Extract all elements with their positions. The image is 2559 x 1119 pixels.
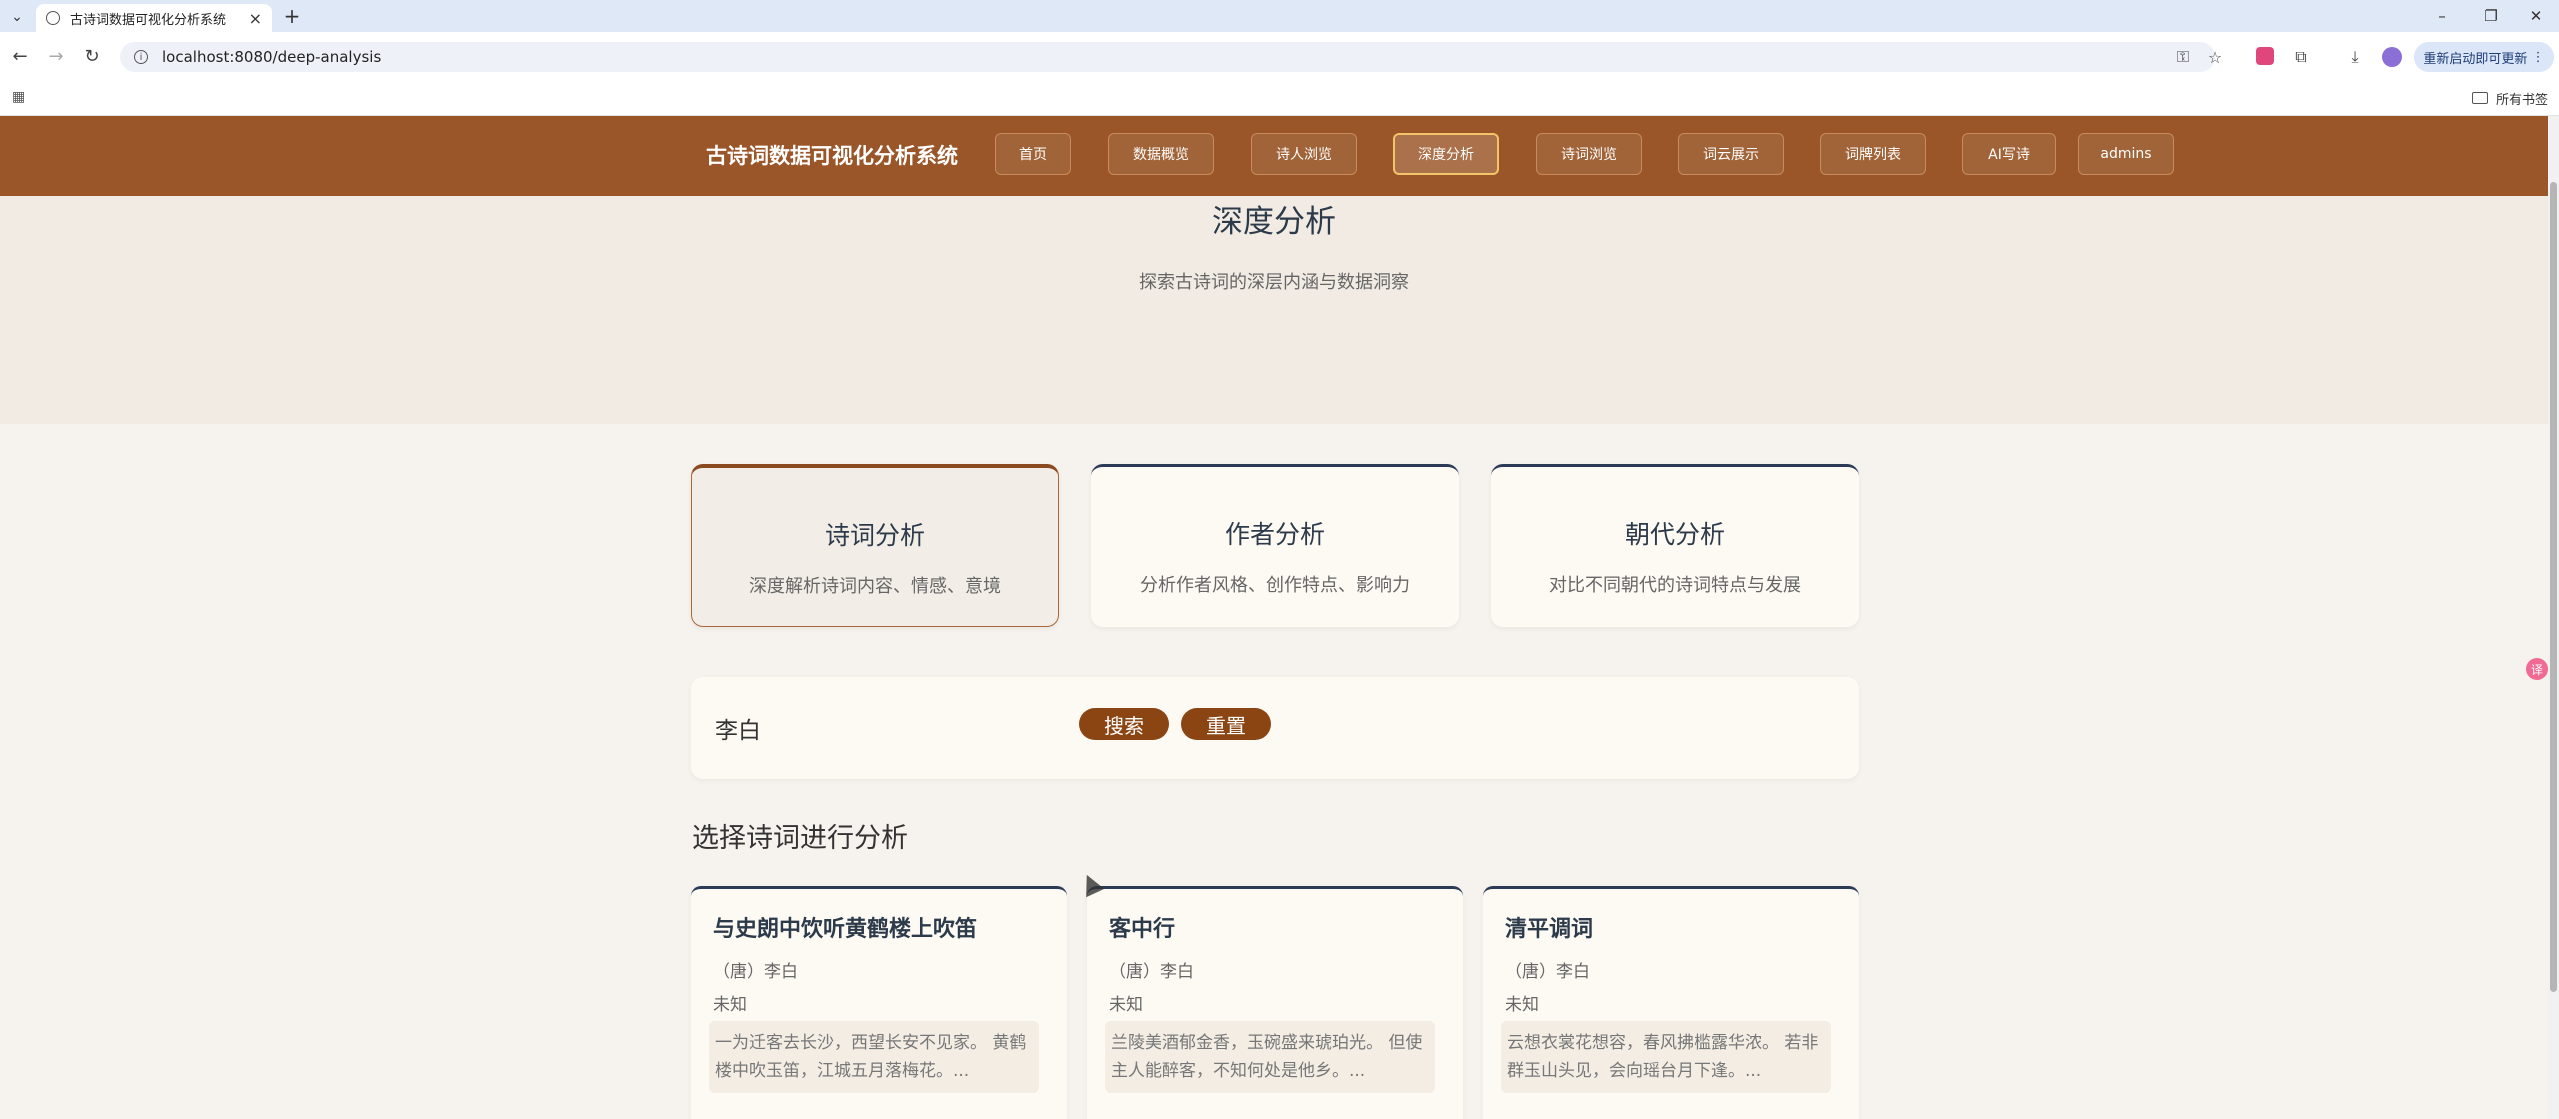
poem-date: 未知: [1109, 995, 1143, 1015]
window-close-icon[interactable]: ✕: [2521, 4, 2551, 28]
nav-ai-poetry[interactable]: AI写诗: [1962, 133, 2056, 175]
poem-date: 未知: [1505, 995, 1539, 1015]
search-panel: 搜索 重置: [691, 677, 1859, 779]
poem-author: （唐）李白: [713, 962, 798, 982]
profile-avatar[interactable]: [2382, 47, 2402, 67]
analysis-type-title: 诗词分析: [824, 521, 925, 550]
extension-icon[interactable]: [2256, 47, 2274, 65]
nav-poet-browse[interactable]: 诗人浏览: [1251, 133, 1357, 175]
analysis-type-author[interactable]: 作者分析 分析作者风格、创作特点、影响力: [1091, 464, 1459, 627]
nav-deep-analysis[interactable]: 深度分析: [1393, 133, 1499, 175]
site-info-icon[interactable]: i: [134, 50, 148, 64]
poem-card[interactable]: 客中行 （唐）李白 未知 兰陵美酒郁金香，玉碗盛来琥珀光。 但使主人能醉客，不知…: [1087, 886, 1463, 1119]
nav-word-cloud[interactable]: 词云展示: [1678, 133, 1784, 175]
bookmarks-bar: [0, 82, 2559, 116]
poem-author: （唐）李白: [1505, 962, 1590, 982]
browser-tab-bar: ⌄ 古诗词数据可视化分析系统 × + – ❐ ✕: [0, 0, 2559, 32]
hero-banner: 深度分析 探索古诗词的深层内涵与数据洞察: [0, 196, 2548, 424]
globe-icon: [46, 11, 60, 25]
nav-data-overview[interactable]: 数据概览: [1108, 133, 1214, 175]
minimize-icon[interactable]: –: [2427, 4, 2457, 28]
poem-title: 与史朗中饮听黄鹤楼上吹笛: [713, 916, 978, 942]
nav-home[interactable]: 首页: [995, 133, 1071, 175]
site-title: 古诗词数据可视化分析系统: [706, 144, 958, 168]
poem-title: 清平调词: [1505, 916, 1594, 942]
tab-search-chevron-icon[interactable]: ⌄: [6, 6, 28, 28]
poem-excerpt: 兰陵美酒郁金香，玉碗盛来琥珀光。 但使主人能醉客，不知何处是他乡。...: [1105, 1021, 1435, 1093]
site-header: 古诗词数据可视化分析系统 首页 数据概览 诗人浏览 深度分析 诗词浏览 词云展示…: [0, 116, 2548, 196]
tab-title: 古诗词数据可视化分析系统: [70, 12, 227, 28]
back-arrow-icon[interactable]: ←: [8, 44, 32, 68]
scrollbar-thumb[interactable]: [2550, 182, 2557, 992]
close-icon[interactable]: ×: [249, 9, 262, 28]
apps-grid-icon[interactable]: ▦: [12, 89, 30, 107]
search-input[interactable]: [715, 703, 1045, 753]
new-tab-plus-icon[interactable]: +: [280, 4, 304, 28]
all-bookmarks-button[interactable]: 所有书签: [2472, 86, 2548, 110]
nav-cipai-list[interactable]: 词牌列表: [1820, 133, 1926, 175]
folder-icon: [2472, 92, 2488, 104]
address-bar[interactable]: i localhost:8080/deep-analysis: [120, 42, 2215, 72]
reload-icon[interactable]: ↻: [80, 44, 104, 68]
analysis-type-dynasty[interactable]: 朝代分析 对比不同朝代的诗词特点与发展: [1491, 464, 1859, 627]
update-label: 重新启动即可更新: [2423, 51, 2528, 67]
floating-translate-icon[interactable]: 译: [2526, 658, 2548, 680]
analysis-type-desc: 对比不同朝代的诗词特点与发展: [1549, 575, 1801, 596]
nav-poem-browse[interactable]: 诗词浏览: [1536, 133, 1642, 175]
page-viewport: 古诗词数据可视化分析系统 首页 数据概览 诗人浏览 深度分析 诗词浏览 词云展示…: [0, 116, 2548, 1119]
page-subtitle: 探索古诗词的深层内涵与数据洞察: [1139, 272, 1409, 293]
poem-date: 未知: [713, 995, 747, 1015]
poem-card[interactable]: 与史朗中饮听黄鹤楼上吹笛 （唐）李白 未知 一为迁客去长沙，西望长安不见家。 黄…: [691, 886, 1067, 1119]
analysis-type-poem[interactable]: 诗词分析 深度解析诗词内容、情感、意境: [691, 464, 1059, 627]
restore-icon[interactable]: ❐: [2476, 4, 2506, 28]
bookmark-star-icon[interactable]: ☆: [2204, 46, 2226, 68]
forward-arrow-icon[interactable]: →: [44, 44, 68, 68]
download-icon[interactable]: ⤓: [2344, 46, 2366, 68]
poem-excerpt: 一为迁客去长沙，西望长安不见家。 黄鹤楼中吹玉笛，江城五月落梅花。...: [709, 1021, 1039, 1093]
analysis-type-desc: 深度解析诗词内容、情感、意境: [749, 576, 1001, 597]
page-title: 深度分析: [1212, 204, 1336, 240]
poem-excerpt: 云想衣裳花想容，春风拂槛露华浓。 若非群玉山头见，会向瑶台月下逢。...: [1501, 1021, 1831, 1093]
page-scrollbar[interactable]: [2548, 116, 2559, 1119]
analysis-type-title: 朝代分析: [1624, 520, 1725, 549]
url-text: localhost:8080/deep-analysis: [162, 48, 382, 66]
analysis-type-title: 作者分析: [1224, 520, 1325, 549]
reset-button[interactable]: 重置: [1181, 708, 1271, 740]
section-title: 选择诗词进行分析: [692, 823, 908, 854]
poem-author: （唐）李白: [1109, 962, 1194, 982]
nav-admin[interactable]: admins: [2078, 133, 2174, 175]
puzzle-extensions-icon[interactable]: ⧉: [2290, 46, 2312, 68]
password-key-icon[interactable]: ⚿: [2172, 46, 2194, 68]
poem-card[interactable]: 清平调词 （唐）李白 未知 云想衣裳花想容，春风拂槛露华浓。 若非群玉山头见，会…: [1483, 886, 1859, 1119]
browser-tab[interactable]: 古诗词数据可视化分析系统 ×: [36, 4, 272, 32]
update-button[interactable]: 重新启动即可更新 ⋮: [2414, 42, 2554, 72]
poem-title: 客中行: [1109, 916, 1176, 942]
analysis-type-desc: 分析作者风格、创作特点、影响力: [1140, 575, 1410, 596]
all-bookmarks-label: 所有书签: [2496, 92, 2549, 108]
search-button[interactable]: 搜索: [1079, 708, 1169, 740]
